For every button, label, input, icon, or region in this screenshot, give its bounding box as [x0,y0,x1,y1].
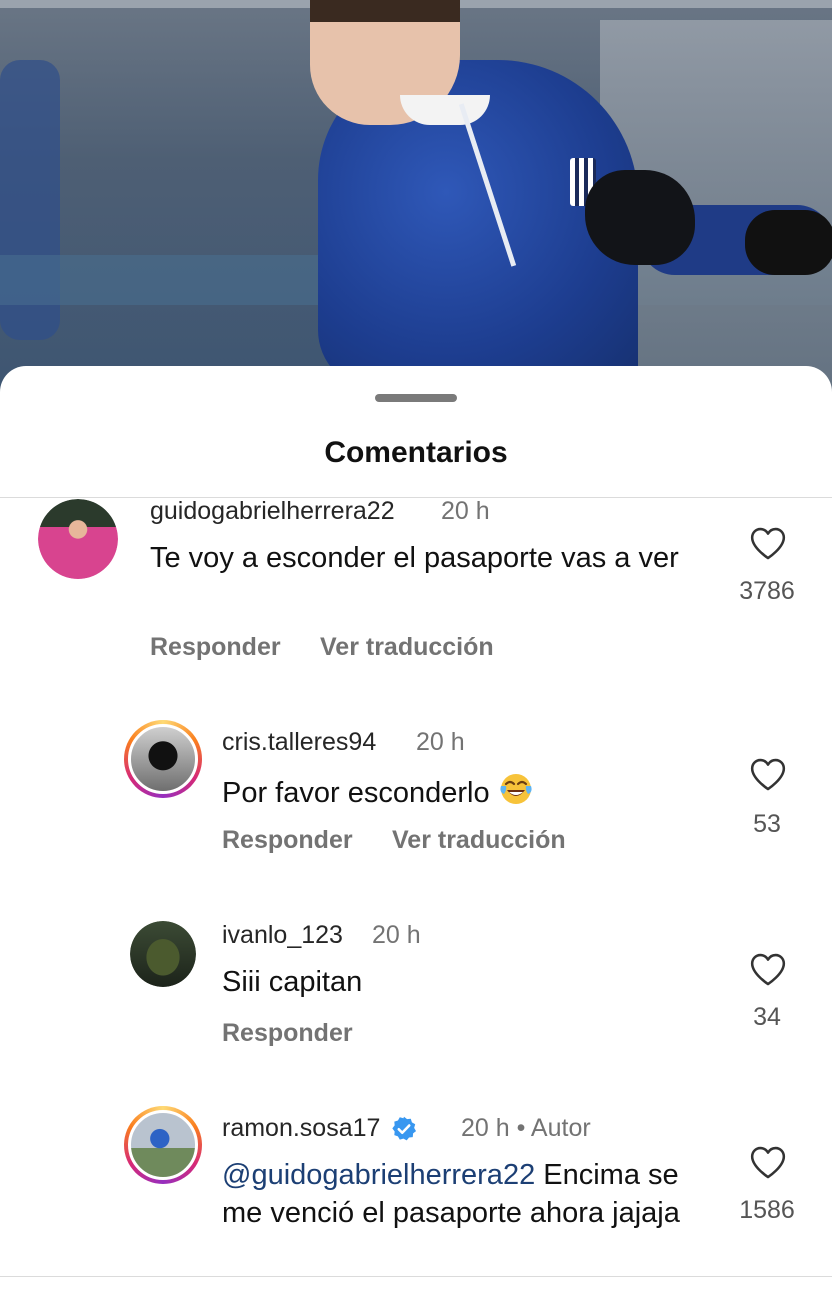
comment-text: @guidogabrielherrera22 Encima se me venc… [222,1156,702,1232]
avatar-image [130,921,196,987]
comment-text-body: Por favor esconderlo [222,777,490,809]
avatar[interactable] [124,1106,202,1184]
photo-player-glove-right [745,210,832,275]
heart-outline-icon[interactable] [749,756,787,792]
comment-time: 20 h [372,921,421,949]
post-photo [0,0,832,400]
title-divider [0,497,832,498]
comment-username[interactable]: ramon.sosa17 [222,1114,418,1143]
face-with-tears-of-joy-icon [500,774,532,804]
comment-time: 20 h • Autor [461,1114,591,1142]
sheet-title: Comentarios [324,436,508,469]
photo-player-hair [310,0,460,22]
bottom-divider [0,1276,832,1277]
drag-handle[interactable] [375,394,457,402]
comment-text: Siii capitan [222,966,363,998]
avatar-image [38,499,118,579]
avatar-image [128,1110,198,1180]
avatar[interactable] [38,499,118,579]
mention-link[interactable]: @guidogabrielherrera22 [222,1159,535,1191]
like-count: 34 [753,1003,781,1031]
verified-badge-icon [392,1117,417,1141]
comment-username[interactable]: cris.talleres94 [222,728,376,757]
avatar[interactable] [124,720,202,798]
see-translation-button[interactable]: Ver traducción [320,633,494,662]
heart-outline-icon[interactable] [749,1144,787,1180]
comments-sheet: Comentarios guidogabrielherrera22 20 h T… [0,366,832,1300]
avatar-image [128,724,198,794]
reply-button[interactable]: Responder [222,1019,353,1048]
like-count: 53 [753,810,781,838]
avatar[interactable] [130,921,196,987]
comment-time: 20 h [416,728,465,756]
photo-player-glove [585,170,695,265]
comment-time: 20 h [441,497,490,525]
heart-outline-icon[interactable] [749,951,787,987]
like-count: 3786 [739,577,795,605]
reply-button[interactable]: Responder [222,826,353,855]
heart-outline-icon[interactable] [749,525,787,561]
comment-text: Por favor esconderlo [222,770,682,812]
like-count: 1586 [739,1196,795,1224]
comment-text: Te voy a esconder el pasaporte vas a ver [150,542,679,574]
comment-username[interactable]: ivanlo_123 [222,921,343,950]
comment-username-text: ramon.sosa17 [222,1114,381,1142]
see-translation-button[interactable]: Ver traducción [392,826,566,855]
comment-username[interactable]: guidogabrielherrera22 [150,497,395,526]
reply-button[interactable]: Responder [150,633,281,662]
